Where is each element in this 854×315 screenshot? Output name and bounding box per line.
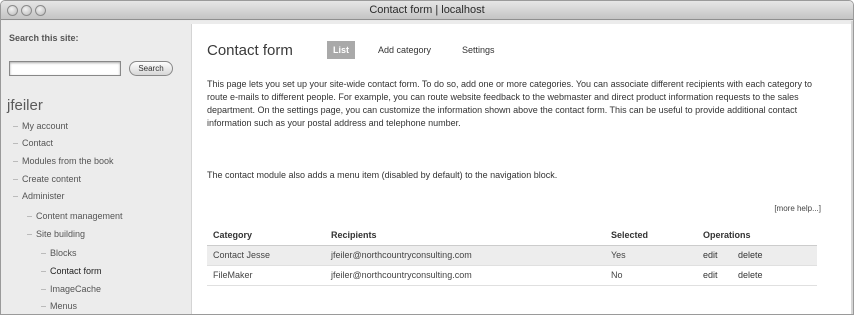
sidebar-item-administer[interactable]: Administer [13,191,65,201]
delete-link[interactable]: delete [738,270,763,280]
sidebar-item-label: Menus [50,301,78,311]
page-title: Contact form [207,42,293,59]
column-header-recipients: Recipients [325,225,605,246]
recipients-cell: jfeiler@northcountryconsulting.com [325,245,605,266]
sidebar-item-contact-form[interactable]: Contact form [41,266,102,276]
sidebar-item-modules-from-the-book[interactable]: Modules from the book [13,156,114,166]
operations-cell: edit delete [697,265,817,286]
bullet-icon [41,306,46,308]
browser-window: Contact form | localhost Search this sit… [0,0,854,315]
contact-categories-table: Category Recipients Selected Operations … [207,225,817,286]
bullet-icon [13,143,18,145]
main-content: Contact form List Add category Settings … [191,24,851,314]
table-header-row: Category Recipients Selected Operations [207,225,817,246]
selected-cell: No [605,265,697,286]
sidebar-item-label: Blocks [50,248,77,258]
tab-add-category[interactable]: Add category [378,41,431,59]
description-paragraph: This page lets you set up your site-wide… [207,79,813,128]
category-cell: FileMaker [207,265,325,286]
selected-cell: Yes [605,245,697,266]
bullet-icon [13,161,18,163]
more-help-link[interactable]: [more help...] [774,204,821,213]
scrollbar[interactable] [851,21,853,314]
table-row: Contact Jesse jfeiler@northcountryconsul… [207,245,817,266]
page: Search this site: Search jfeiler My acco… [1,21,853,314]
sidebar-item-menus[interactable]: Menus [41,301,77,311]
bullet-icon [13,196,18,198]
bullet-icon [41,289,46,291]
sidebar-item-create-content[interactable]: Create content [13,174,81,184]
column-header-selected: Selected [605,225,697,246]
bullet-icon [13,126,18,128]
sidebar-item-label: Contact form [50,266,102,276]
sidebar-item-label: Site building [36,229,86,239]
edit-link[interactable]: edit [703,250,718,260]
sidebar-item-imagecache[interactable]: ImageCache [41,284,101,294]
operations-cell: edit delete [697,245,817,266]
delete-link[interactable]: delete [738,250,763,260]
sidebar-item-my-account[interactable]: My account [13,121,68,131]
sidebar-item-blocks[interactable]: Blocks [41,248,77,258]
recipients-cell: jfeiler@northcountryconsulting.com [325,265,605,286]
tab-list[interactable]: List [327,41,355,59]
table-row: FileMaker jfeiler@northcountryconsulting… [207,265,817,286]
sidebar-item-label: ImageCache [50,284,102,294]
sidebar-item-label: Administer [22,191,65,201]
bullet-icon [13,179,18,181]
sidebar-item-contact[interactable]: Contact [13,138,53,148]
sidebar-item-label: Content management [36,211,123,221]
bullet-icon [41,253,46,255]
column-header-category: Category [207,225,325,246]
sidebar: Search this site: Search jfeiler My acco… [1,21,191,314]
bullet-icon [27,234,32,236]
sidebar-item-site-building[interactable]: Site building [27,229,85,239]
sidebar-item-label: Modules from the book [22,156,114,166]
navigation-menu: My account Contact Modules from the book… [1,21,191,314]
category-cell: Contact Jesse [207,245,325,266]
sidebar-item-label: My account [22,121,69,131]
edit-link[interactable]: edit [703,270,718,280]
sidebar-item-label: Contact [22,138,54,148]
sidebar-item-content-management[interactable]: Content management [27,211,123,221]
column-header-operations: Operations [697,225,817,246]
bullet-icon [27,216,32,218]
window-title: Contact form | localhost [369,4,485,16]
sidebar-item-label: Create content [22,174,82,184]
description-note: The contact module also adds a menu item… [207,170,558,180]
title-bar: Contact form | localhost [1,1,853,20]
tab-settings[interactable]: Settings [462,41,495,59]
bullet-icon [41,271,46,273]
